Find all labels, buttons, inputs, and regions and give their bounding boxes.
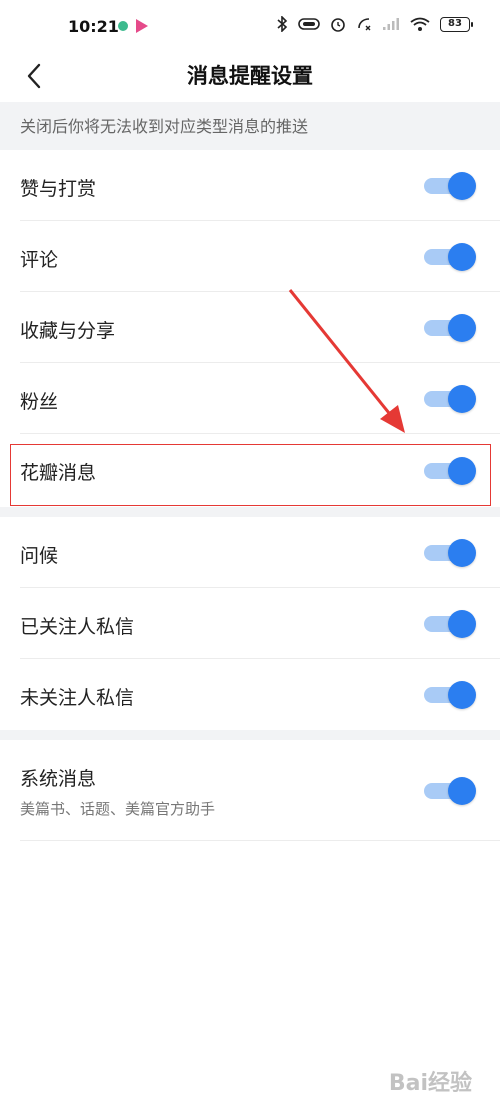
setting-row-comments[interactable]: 评论 <box>0 221 500 292</box>
notice-text: 关闭后你将无法收到对应类型消息的推送 <box>0 102 500 150</box>
page-title: 消息提醒设置 <box>187 64 313 88</box>
toggle-switch[interactable] <box>424 172 476 200</box>
setting-row-system-messages[interactable]: 系统消息 美篇书、话题、美篇官方助手 <box>0 740 500 841</box>
app-dot-icon <box>118 21 128 31</box>
setting-row-fans[interactable]: 粉丝 <box>0 363 500 434</box>
setting-label: 问候 <box>20 545 59 567</box>
status-notification-icons <box>118 19 148 33</box>
status-time: 10:21 <box>68 17 119 36</box>
status-bar: 10:21 83 <box>0 0 500 48</box>
battery-icon: 83 <box>440 16 473 32</box>
setting-row-petal-messages[interactable]: 花瓣消息 <box>0 434 500 506</box>
setting-row-likes-rewards[interactable]: 赞与打赏 <box>0 150 500 221</box>
setting-label: 赞与打赏 <box>20 178 97 200</box>
setting-row-favorites-shares[interactable]: 收藏与分享 <box>0 292 500 363</box>
toggle-switch[interactable] <box>424 539 476 567</box>
missed-call-icon <box>358 18 371 31</box>
play-store-icon <box>136 19 148 33</box>
toggle-switch[interactable] <box>424 243 476 271</box>
signal-icon <box>383 18 399 30</box>
toggle-switch[interactable] <box>424 610 476 638</box>
setting-label: 未关注人私信 <box>20 687 135 709</box>
watermark: Bai经验 <box>388 1071 472 1096</box>
bluetooth-icon <box>277 16 288 32</box>
alarm-icon <box>331 18 345 32</box>
setting-row-followed-dm[interactable]: 已关注人私信 <box>0 588 500 659</box>
wifi-icon <box>410 17 430 31</box>
setting-row-greetings[interactable]: 问候 <box>0 517 500 588</box>
title-bar: 消息提醒设置 <box>0 48 500 102</box>
setting-label: 花瓣消息 <box>20 462 97 484</box>
toggle-switch[interactable] <box>424 385 476 413</box>
setting-row-unfollowed-dm[interactable]: 未关注人私信 <box>0 659 500 730</box>
setting-label: 系统消息 <box>20 768 97 790</box>
setting-label: 粉丝 <box>20 391 59 413</box>
status-system-icons: 83 <box>276 16 473 32</box>
toggle-switch[interactable] <box>424 681 476 709</box>
setting-label: 评论 <box>20 249 59 271</box>
setting-sublabel: 美篇书、话题、美篇官方助手 <box>20 800 216 818</box>
section-gap <box>0 507 500 517</box>
setting-label: 已关注人私信 <box>20 616 135 638</box>
toggle-switch[interactable] <box>424 314 476 342</box>
toggle-switch[interactable] <box>424 777 476 805</box>
vibrate-icon <box>298 18 320 30</box>
section-gap <box>0 730 500 740</box>
setting-label: 收藏与分享 <box>20 320 116 342</box>
toggle-switch[interactable] <box>424 457 476 485</box>
